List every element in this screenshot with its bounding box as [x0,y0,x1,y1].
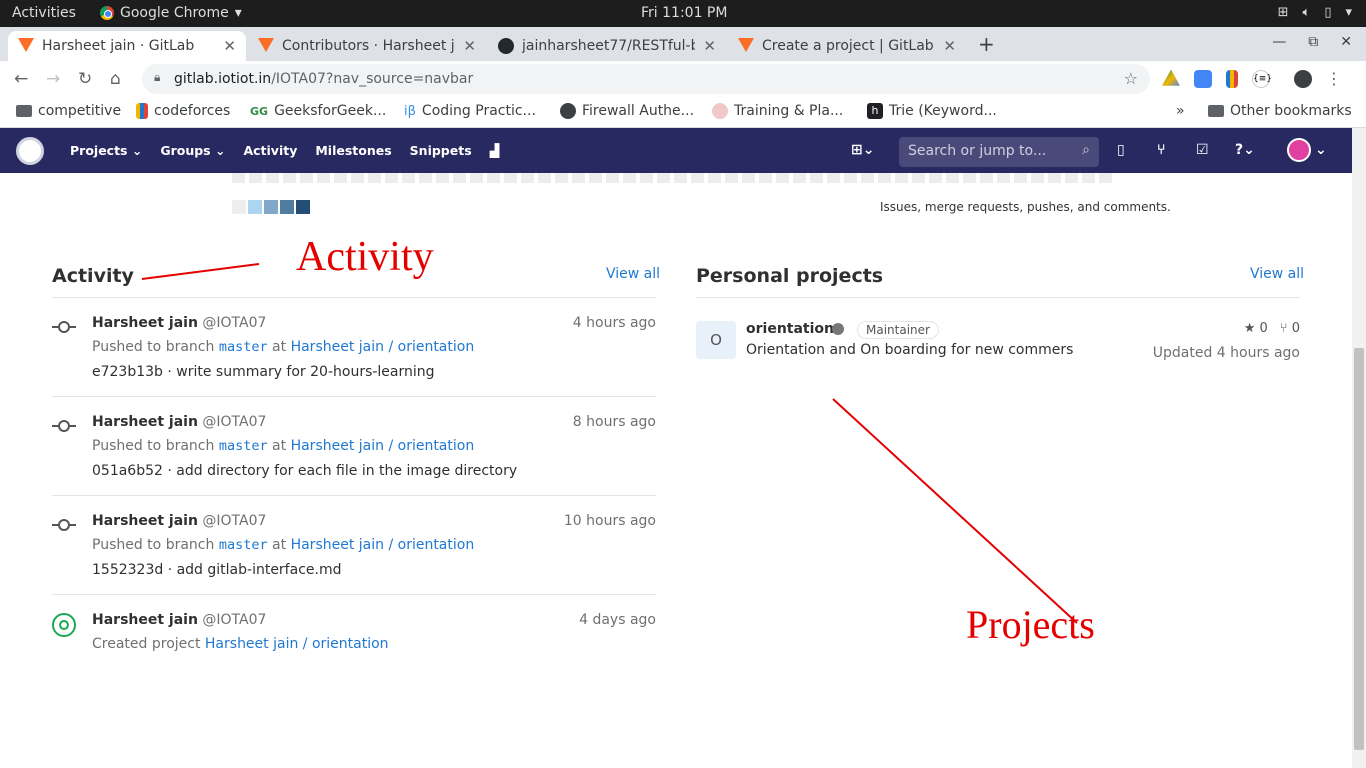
projects-annotation: Projects [966,602,1095,647]
seal-icon [712,103,728,119]
json-extension-icon[interactable]: {≡} [1252,69,1272,88]
reload-button[interactable]: ↻ [78,69,92,89]
new-tab-button[interactable]: + [978,32,995,56]
user-avatar[interactable] [1287,138,1311,162]
tab-github-restful[interactable]: jainharsheet77/RESTful-b ✕ [488,31,726,61]
new-item-plus-icon[interactable]: ⊞⌄ [851,142,874,158]
google-drive-icon[interactable] [1162,69,1180,86]
colorful-extension-icon[interactable] [1226,69,1238,88]
nav-activity[interactable]: Activity [243,143,297,158]
tab-title: Contributors · Harsheet ja [282,38,456,54]
help-icon[interactable]: ?⌄ [1235,142,1255,158]
bookmark-star-icon[interactable]: ☆ [1124,69,1138,88]
projects-pointer-line [832,398,1078,624]
codeforces-icon [136,103,148,119]
bookmark-coding-practice[interactable]: iβ Coding Practic... [404,103,536,119]
h-icon: h [867,103,883,119]
gitlab-icon [258,38,274,54]
bookmark-training[interactable]: Training & Pla... [712,103,843,119]
address-bar[interactable]: 🔒︎ gitlab.iotiot.in/IOTA07?nav_source=na… [142,64,1150,94]
menu-kebab-icon[interactable]: ⋮ [1326,69,1342,88]
chevron-down-icon: ▾ [1345,5,1352,20]
system-top-bar: Activities Google Chrome ▾ Fri 11:01 PM … [0,0,1366,27]
main-content: Issues, merge requests, pushes, and comm… [0,173,1352,768]
annotation-overlay [141,263,1078,624]
nav-milestones[interactable]: Milestones [315,143,391,158]
close-icon[interactable]: ✕ [943,37,956,55]
bookmark-firewall[interactable]: Firewall Authe... [560,103,694,119]
close-icon[interactable]: ✕ [463,37,476,55]
activity-pointer-line [141,263,260,280]
window-controls: — ⧉ ✕ [1272,34,1352,50]
gitlab-instance-logo[interactable] [16,137,44,165]
profile-avatar[interactable] [1294,69,1312,88]
bookmark-trie[interactable]: h Trie (Keyword... [867,103,997,119]
app-menu[interactable]: Google Chrome ▾ [100,5,242,21]
close-icon[interactable]: ✕ [703,37,716,55]
chrome-icon [100,6,114,20]
other-bookmarks[interactable]: Other bookmarks [1208,103,1352,119]
gitlab-nav-menu: Projects ⌄ Groups ⌄ Activity Milestones … [70,143,517,158]
folder-icon [1208,105,1224,117]
search-icon: ⌕ [1082,142,1090,158]
bookmark-codeforces[interactable]: codeforces [136,103,230,119]
chevron-down-icon[interactable]: ⌄ [1315,142,1327,158]
page-scrollbar-thumb[interactable] [1354,348,1364,750]
app-name: Google Chrome [120,5,229,21]
browser-toolbar: ← → ↻ ⌂ 🔒︎ gitlab.iotiot.in/IOTA07?nav_s… [0,61,1366,97]
todo-sidebar-icon[interactable]: ▯ [1117,142,1125,158]
tab-title: Harsheet jain · GitLab [42,38,195,54]
tab-title: jainharsheet77/RESTful-b [522,38,696,54]
clock[interactable]: Fri 11:01 PM [641,5,727,21]
search-input[interactable]: Search or jump to... ⌕ [899,137,1099,167]
close-window-button[interactable]: ✕ [1340,34,1352,50]
tab-contributors[interactable]: Contributors · Harsheet ja ✕ [248,31,486,61]
tab-harsheet-gitlab[interactable]: Harsheet jain · GitLab ✕ [8,31,246,61]
gfg-icon: GG [250,104,269,118]
gitlab-icon [18,38,34,54]
globe-icon [560,103,576,119]
search-placeholder: Search or jump to... [908,143,1047,159]
translate-icon[interactable] [1194,69,1212,88]
activity-annotation: Activity [296,234,434,280]
tab-strip: Harsheet jain · GitLab ✕ Contributors · … [0,27,1366,61]
forward-button[interactable]: → [46,69,60,89]
merge-request-icon[interactable]: ⑂ [1157,142,1165,158]
bookmarks-overflow-button[interactable]: » [1176,103,1185,119]
nav-projects[interactable]: Projects ⌄ [70,143,142,158]
activities-button[interactable]: Activities [12,5,76,21]
maximize-button[interactable]: ⧉ [1308,34,1318,50]
nav-snippets[interactable]: Snippets [410,143,472,158]
tab-create-project[interactable]: Create a project | GitLab ✕ [728,31,966,61]
nav-groups[interactable]: Groups ⌄ [160,143,225,158]
todos-check-icon[interactable]: ☑ [1196,142,1209,158]
close-icon[interactable]: ✕ [223,37,236,55]
gitlab-navbar: Projects ⌄ Groups ⌄ Activity Milestones … [0,128,1352,173]
folder-icon [16,105,32,117]
system-tray[interactable]: ⊞ 🔈︎ ▯ ▾ [1278,5,1352,20]
chevron-down-icon: ▾ [234,5,242,21]
bookmark-geeksforgeeks[interactable]: GG GeeksforGeek... [250,103,386,119]
battery-icon: ▯ [1324,5,1332,20]
url-text: gitlab.iotiot.in/IOTA07?nav_source=navba… [174,71,474,87]
github-icon [498,38,514,54]
bookmarks-bar: competitive codeforces GG GeeksforGeek...… [0,97,1366,128]
bookmark-competitive[interactable]: competitive [16,103,121,119]
volume-icon: 🔈︎ [1302,5,1311,20]
home-button[interactable]: ⌂ [110,69,121,89]
extensions-area: {≡} ⋮ [1162,69,1342,88]
lock-icon: 🔒︎ [154,70,161,84]
minimize-button[interactable]: — [1272,34,1286,50]
gitlab-icon [738,38,754,54]
back-button[interactable]: ← [14,69,28,89]
interviewbit-icon: iβ [404,103,416,119]
tab-title: Create a project | GitLab [762,38,934,54]
analytics-chart-icon[interactable]: ▟ [490,143,500,158]
network-icon: ⊞ [1277,5,1289,20]
